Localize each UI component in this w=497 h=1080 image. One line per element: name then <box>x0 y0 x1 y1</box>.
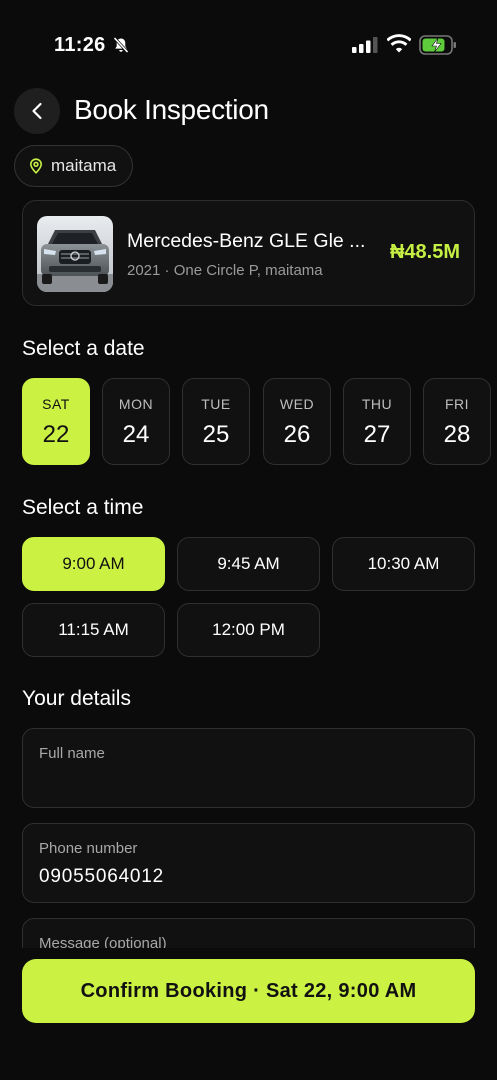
location-pin-icon <box>29 158 43 174</box>
full-name-field[interactable]: Full name <box>22 728 475 808</box>
chevron-left-icon <box>32 102 42 120</box>
location-label: maitama <box>51 156 117 175</box>
header: Book Inspection <box>0 86 497 138</box>
date-section-title: Select a date <box>22 337 145 360</box>
time-slot-900am[interactable]: 9:00 AM <box>22 537 165 591</box>
phone-number-value: 09055064012 <box>39 866 165 887</box>
date-day: TUE <box>201 396 231 412</box>
page-title: Book Inspection <box>74 94 269 125</box>
phone-number-field[interactable]: Phone number 09055064012 <box>22 823 475 903</box>
listing-price: ₦48.5M <box>389 241 460 263</box>
time-slot-1200pm[interactable]: 12:00 PM <box>177 603 320 657</box>
date-number: 25 <box>202 421 230 448</box>
bell-muted-icon <box>113 36 129 54</box>
date-option-wed-26[interactable]: WED 26 <box>263 378 331 465</box>
date-number: 24 <box>122 421 150 448</box>
date-day: THU <box>361 396 393 412</box>
status-bar: 11:26 <box>0 0 497 80</box>
date-day: FRI <box>444 396 470 412</box>
date-option-tue-25[interactable]: TUE 25 <box>182 378 250 465</box>
date-picker: SAT 22 MON 24 TUE 25 WED 26 THU 27 FRI 2… <box>22 378 497 466</box>
cellular-signal-icon <box>352 37 378 53</box>
date-number: 22 <box>42 421 70 448</box>
listing-subtitle: 2021 · One Circle P, maitama <box>127 262 323 279</box>
full-name-label: Full name <box>39 745 105 762</box>
details-section-title: Your details <box>22 687 131 710</box>
time-section-title: Select a time <box>22 496 144 519</box>
date-number: 26 <box>283 421 311 448</box>
date-number: 27 <box>363 421 391 448</box>
listing-card[interactable]: Mercedes-Benz GLE Gle ... 2021 · One Cir… <box>22 200 475 306</box>
location-chip[interactable]: maitama <box>14 145 134 187</box>
date-number: 28 <box>443 421 471 448</box>
time-slot-945am[interactable]: 9:45 AM <box>177 537 320 591</box>
date-day: MON <box>118 396 154 412</box>
confirm-booking-button[interactable]: Confirm Booking · Sat 22, 9:00 AM <box>22 959 475 1023</box>
listing-name: Mercedes-Benz GLE Gle ... <box>127 230 366 252</box>
date-option-fri-28[interactable]: FRI 28 <box>423 378 491 465</box>
time-slot-1030am[interactable]: 10:30 AM <box>332 537 475 591</box>
date-day: WED <box>279 396 315 412</box>
back-button[interactable] <box>14 88 60 134</box>
car-thumbnail <box>37 216 113 292</box>
battery-charging-icon <box>419 35 456 55</box>
date-day: SAT <box>42 396 70 412</box>
status-time: 11:26 <box>54 34 106 56</box>
time-slot-1115am[interactable]: 11:15 AM <box>22 603 165 657</box>
date-option-mon-24[interactable]: MON 24 <box>102 378 170 465</box>
date-option-thu-27[interactable]: THU 27 <box>343 378 411 465</box>
date-option-sat-22[interactable]: SAT 22 <box>22 378 90 465</box>
wifi-icon <box>387 34 411 53</box>
phone-number-label: Phone number <box>39 840 138 857</box>
